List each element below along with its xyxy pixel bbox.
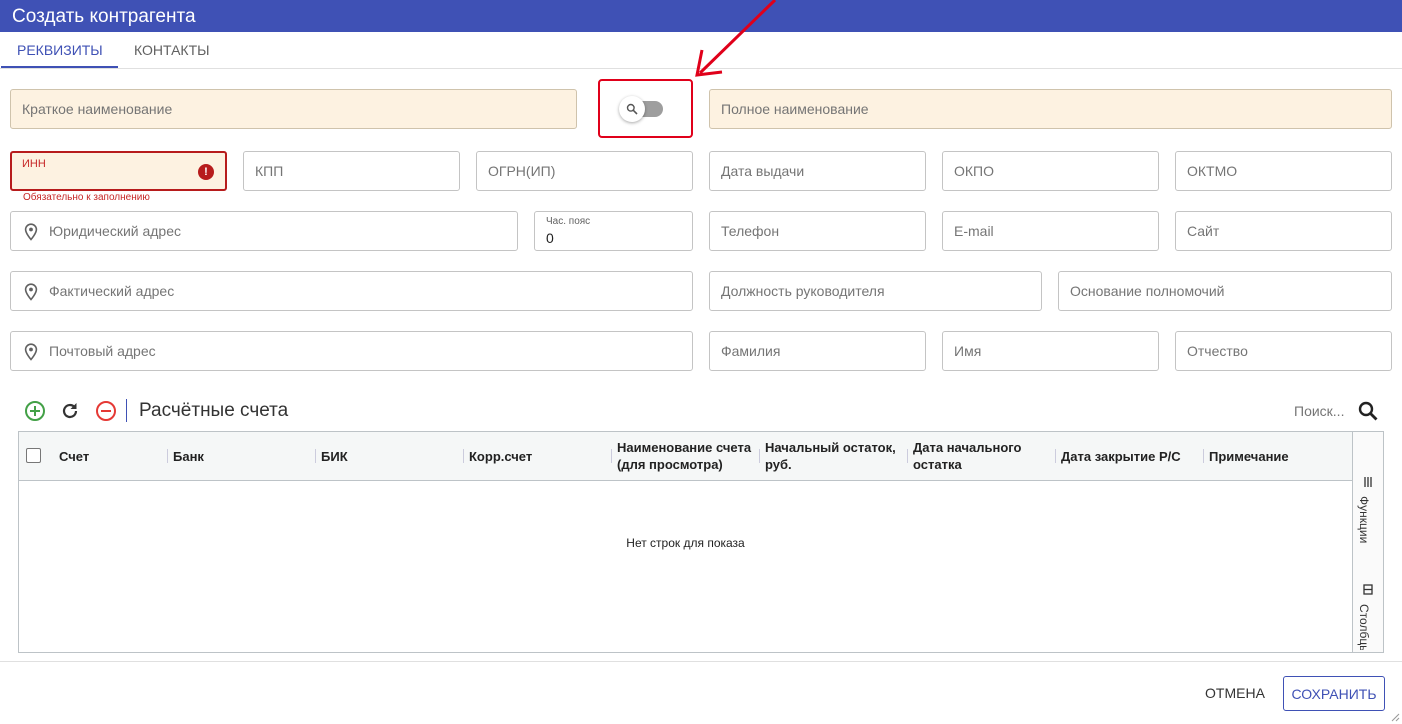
column-header[interactable]: БИК bbox=[321, 432, 461, 480]
issue-date-field[interactable]: Дата выдачи bbox=[709, 151, 926, 191]
email-placeholder: E-mail bbox=[954, 223, 994, 239]
authority-basis-placeholder: Основание полномочий bbox=[1070, 283, 1225, 299]
functions-label: Функции bbox=[1357, 496, 1371, 544]
last-name-field[interactable]: Фамилия bbox=[709, 331, 926, 371]
inn-field[interactable]: ИНН ! bbox=[10, 151, 227, 191]
legal-address-field[interactable]: Юридический адрес bbox=[10, 211, 518, 251]
inn-helper-text: Обязательно к заполнению bbox=[23, 192, 150, 203]
site-placeholder: Сайт bbox=[1187, 223, 1220, 239]
email-field[interactable]: E-mail bbox=[942, 211, 1159, 251]
head-position-placeholder: Должность руководителя bbox=[721, 283, 885, 299]
full-name-field[interactable]: Полное наименование bbox=[709, 89, 1392, 129]
location-pin-icon bbox=[24, 343, 38, 361]
tab-requisites[interactable]: РЕКВИЗИТЫ bbox=[1, 32, 118, 68]
columns-label: Столбцы bbox=[1357, 604, 1371, 650]
add-circle-icon[interactable] bbox=[24, 400, 46, 422]
empty-grid-message: Нет строк для показа bbox=[626, 536, 745, 550]
column-separator bbox=[1055, 449, 1056, 463]
ogrn-placeholder: ОГРН(ИП) bbox=[488, 163, 556, 179]
column-header[interactable]: Дата закрытие Р/С bbox=[1061, 432, 1201, 480]
kpp-field[interactable]: КПП bbox=[243, 151, 460, 191]
location-pin-icon bbox=[24, 283, 38, 301]
error-icon: ! bbox=[198, 164, 214, 180]
short-name-placeholder: Краткое наименование bbox=[22, 101, 173, 117]
grid-side-bar: Функции Столбцы bbox=[1352, 432, 1383, 652]
oktmo-placeholder: ОКТМО bbox=[1187, 163, 1238, 179]
phone-field[interactable]: Телефон bbox=[709, 211, 926, 251]
kpp-placeholder: КПП bbox=[255, 163, 284, 179]
dialog-title: Создать контрагента bbox=[12, 6, 196, 27]
column-header[interactable]: Начальный остаток, руб. bbox=[765, 432, 905, 480]
column-separator bbox=[611, 449, 612, 463]
last-name-placeholder: Фамилия bbox=[721, 343, 781, 359]
search-icon[interactable] bbox=[1357, 400, 1379, 422]
cancel-button[interactable]: ОТМЕНА bbox=[1196, 676, 1274, 711]
tab-contacts[interactable]: КОНТАКТЫ bbox=[118, 32, 226, 68]
column-header[interactable]: Корр.счет bbox=[469, 432, 609, 480]
location-pin-icon bbox=[24, 223, 38, 241]
select-all-checkbox[interactable] bbox=[26, 448, 41, 463]
head-position-field[interactable]: Должность руководителя bbox=[709, 271, 1042, 311]
menu-icon bbox=[1364, 477, 1372, 487]
postal-address-field[interactable]: Почтовый адрес bbox=[10, 331, 693, 371]
search-icon bbox=[626, 103, 638, 115]
phone-placeholder: Телефон bbox=[721, 223, 780, 239]
column-separator bbox=[907, 449, 908, 463]
first-name-field[interactable]: Имя bbox=[942, 331, 1159, 371]
column-separator bbox=[759, 449, 760, 463]
refresh-icon[interactable] bbox=[59, 400, 81, 422]
timezone-field[interactable]: Час. пояс 0 bbox=[534, 211, 693, 251]
column-separator bbox=[315, 449, 316, 463]
site-field[interactable]: Сайт bbox=[1175, 211, 1392, 251]
first-name-placeholder: Имя bbox=[954, 343, 982, 359]
ogrn-field[interactable]: ОГРН(ИП) bbox=[476, 151, 693, 191]
column-header[interactable]: Банк bbox=[173, 432, 313, 480]
okpo-field[interactable]: ОКПО bbox=[942, 151, 1159, 191]
oktmo-field[interactable]: ОКТМО bbox=[1175, 151, 1392, 191]
full-name-placeholder: Полное наименование bbox=[721, 101, 869, 117]
column-separator bbox=[167, 449, 168, 463]
patronymic-placeholder: Отчество bbox=[1187, 343, 1248, 359]
inn-label: ИНН bbox=[22, 158, 46, 170]
accounts-grid: Счет Банк БИК Корр.счет Наименование сче… bbox=[18, 431, 1384, 653]
dialog-titlebar: Создать контрагента bbox=[0, 0, 1402, 32]
legal-address-placeholder: Юридический адрес bbox=[49, 223, 182, 239]
accounts-search-input[interactable]: Поиск... bbox=[1294, 403, 1344, 419]
timezone-value: 0 bbox=[546, 230, 554, 246]
column-header[interactable]: Счет bbox=[59, 432, 159, 480]
actual-address-placeholder: Фактический адрес bbox=[49, 283, 175, 299]
toolbar-divider bbox=[126, 399, 127, 422]
authority-basis-field[interactable]: Основание полномочий bbox=[1058, 271, 1392, 311]
accounts-title: Расчётные счета bbox=[139, 400, 289, 421]
functions-panel-button[interactable]: Функции bbox=[1357, 476, 1379, 552]
actual-address-field[interactable]: Фактический адрес bbox=[10, 271, 693, 311]
column-separator bbox=[463, 449, 464, 463]
patronymic-field[interactable]: Отчество bbox=[1175, 331, 1392, 371]
resize-grip-icon[interactable] bbox=[1390, 712, 1400, 722]
column-header[interactable]: Примечание bbox=[1209, 432, 1349, 480]
grid-header: Счет Банк БИК Корр.счет Наименование сче… bbox=[19, 432, 1352, 481]
column-separator bbox=[1203, 449, 1204, 463]
save-button[interactable]: СОХРАНИТЬ bbox=[1283, 676, 1385, 711]
columns-panel-button[interactable]: Столбцы bbox=[1357, 584, 1379, 650]
postal-address-placeholder: Почтовый адрес bbox=[49, 343, 156, 359]
search-toggle[interactable] bbox=[619, 96, 645, 122]
okpo-placeholder: ОКПО bbox=[954, 163, 994, 179]
timezone-label: Час. пояс bbox=[546, 216, 591, 227]
column-header[interactable]: Дата начального остатка bbox=[913, 432, 1053, 480]
remove-circle-icon[interactable] bbox=[95, 400, 117, 422]
issue-date-placeholder: Дата выдачи bbox=[721, 163, 805, 179]
footer-divider bbox=[0, 661, 1402, 662]
columns-icon bbox=[1363, 584, 1373, 595]
short-name-field[interactable]: Краткое наименование bbox=[10, 89, 577, 129]
column-header[interactable]: Наименование счета (для просмотра) bbox=[617, 432, 757, 480]
tab-bar: РЕКВИЗИТЫ КОНТАКТЫ bbox=[0, 32, 1402, 69]
